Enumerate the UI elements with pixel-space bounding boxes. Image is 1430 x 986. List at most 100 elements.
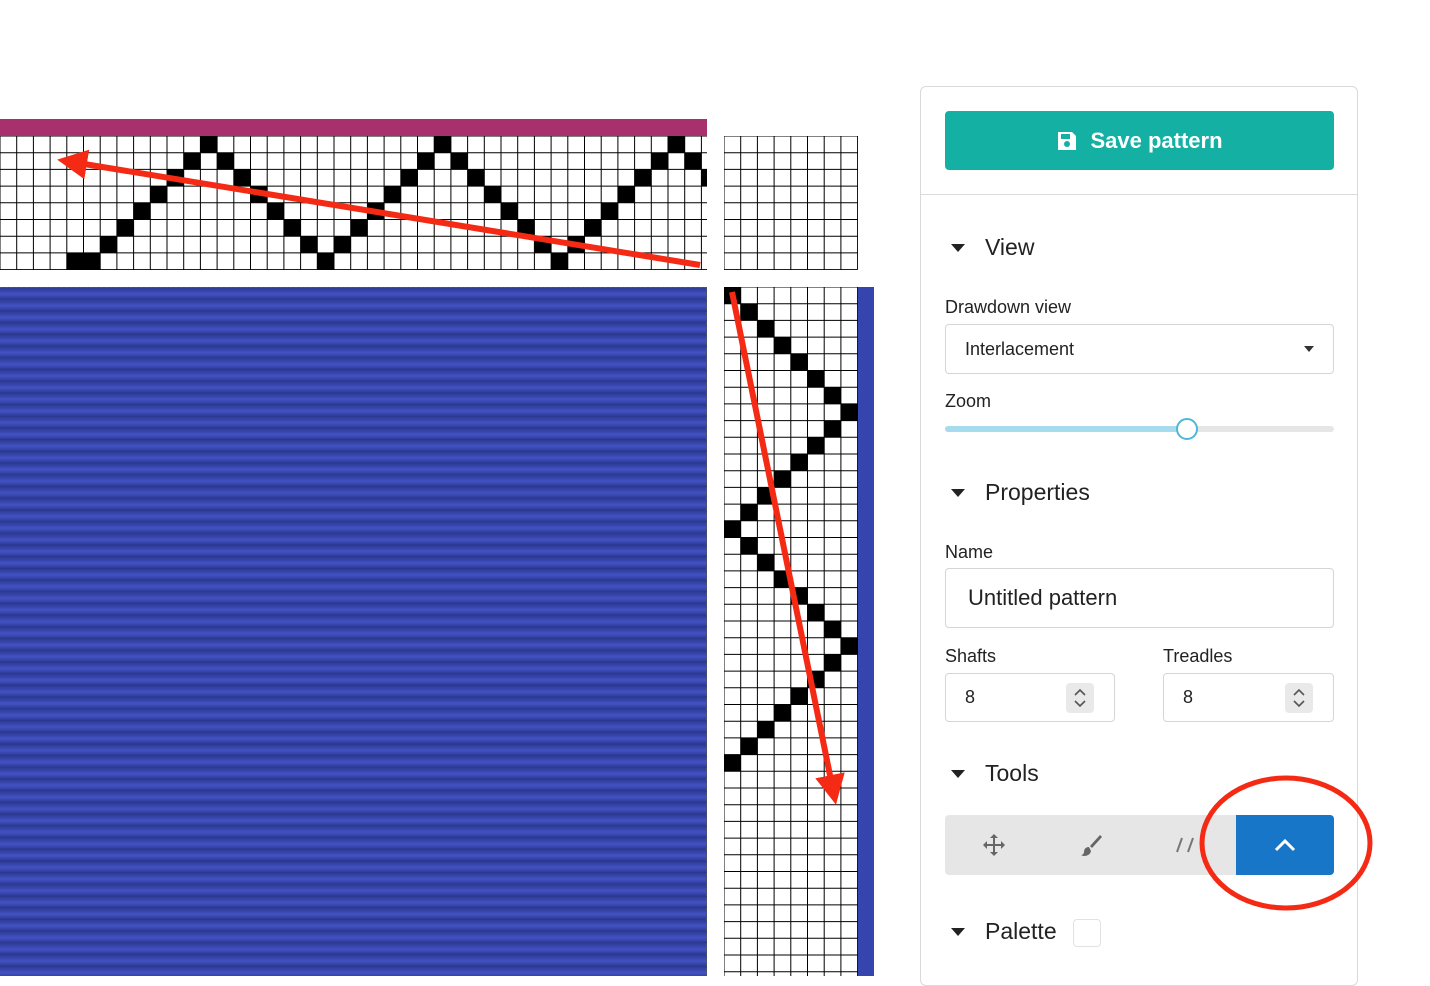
grid-cell-filled[interactable] <box>551 252 568 270</box>
grid-cell-filled[interactable] <box>757 554 775 571</box>
grid-cell-filled[interactable] <box>467 169 485 187</box>
grid-cell-filled[interactable] <box>807 671 825 688</box>
grid-cell-filled[interactable] <box>774 337 791 354</box>
warp-color-bar[interactable] <box>0 119 707 136</box>
grid-cell-filled[interactable] <box>790 587 808 605</box>
grid-cell-filled[interactable] <box>601 202 618 220</box>
grid-cell-filled[interactable] <box>384 186 401 203</box>
grid-cell-filled[interactable] <box>790 353 808 371</box>
grid-cell-filled[interactable] <box>83 252 101 270</box>
straight-draw-tool-button[interactable] <box>1139 815 1236 875</box>
grid-cell-filled[interactable] <box>567 236 585 253</box>
grid-cell-filled[interactable] <box>774 570 791 588</box>
grid-cell-filled[interactable] <box>183 152 201 170</box>
grid-cell-filled[interactable] <box>824 387 841 404</box>
grid-cell-filled[interactable] <box>790 454 808 471</box>
grid-cell-filled[interactable] <box>774 704 791 722</box>
treadles-input[interactable]: 8 <box>1163 673 1334 722</box>
grid-cell-filled[interactable] <box>350 219 368 237</box>
grid-cell-filled[interactable] <box>757 320 775 338</box>
grid-cell-filled[interactable] <box>807 604 825 621</box>
grid-cell-filled[interactable] <box>740 537 758 555</box>
grid-cell-filled[interactable] <box>617 186 635 203</box>
grid-cell-filled[interactable] <box>150 186 167 203</box>
grid-cell-filled[interactable] <box>200 136 218 153</box>
grid-cell-filled[interactable] <box>450 152 468 170</box>
treadles-stepper[interactable] <box>1285 683 1313 713</box>
save-pattern-button[interactable]: Save pattern <box>945 111 1334 170</box>
grid-cell-filled[interactable] <box>840 403 858 421</box>
move-tool-button[interactable] <box>945 815 1042 875</box>
zoom-slider-fill <box>945 426 1187 432</box>
grid-cell-filled[interactable] <box>684 152 702 170</box>
drawdown-view-select[interactable]: Interlacement <box>945 324 1334 374</box>
grid-cell-filled[interactable] <box>417 152 435 170</box>
grid-cell-filled[interactable] <box>757 487 775 505</box>
grid-cell-filled[interactable] <box>400 169 418 187</box>
grid-cell-filled[interactable] <box>790 687 808 705</box>
grid-cell-filled[interactable] <box>651 152 668 170</box>
grid-cell-filled[interactable] <box>100 236 117 253</box>
palette-section-header[interactable]: Palette <box>945 918 1057 945</box>
grid-cell-filled[interactable] <box>807 370 825 388</box>
tools-section-header[interactable]: Tools <box>945 760 1039 787</box>
grid-cell-filled[interactable] <box>434 136 451 153</box>
grid-cell-filled[interactable] <box>66 252 84 270</box>
grid-cell-filled[interactable] <box>283 219 301 237</box>
grid-cell-filled[interactable] <box>740 504 758 521</box>
zoom-slider-thumb[interactable] <box>1176 418 1198 440</box>
threading-grid[interactable] <box>0 136 707 270</box>
grid-cell-filled[interactable] <box>167 169 184 187</box>
shafts-stepper[interactable] <box>1066 683 1094 713</box>
treadling-grid[interactable] <box>724 287 858 976</box>
grid-cell-filled[interactable] <box>501 202 518 220</box>
palette-swatch[interactable] <box>1073 919 1101 947</box>
grid-cell-filled[interactable] <box>701 169 707 187</box>
grid-cell-filled[interactable] <box>668 136 685 153</box>
grid-cell-filled[interactable] <box>807 437 825 454</box>
grid-cell-filled[interactable] <box>250 186 268 203</box>
properties-section-header[interactable]: Properties <box>945 479 1090 506</box>
grid-cell-filled[interactable] <box>724 287 741 304</box>
grid-cell-filled[interactable] <box>517 219 535 237</box>
name-input[interactable]: Untitled pattern <box>945 568 1334 628</box>
panel-divider <box>921 194 1357 195</box>
grid-cell-filled[interactable] <box>824 420 841 438</box>
drawdown[interactable] <box>0 287 707 976</box>
grid-cell-filled[interactable] <box>584 219 602 237</box>
grid-cell-filled[interactable] <box>740 303 758 321</box>
grid-cell-filled[interactable] <box>724 520 741 538</box>
treadling-grid-canvas[interactable] <box>724 287 858 976</box>
grid-cell-filled[interactable] <box>824 654 841 672</box>
tieup-grid-canvas[interactable] <box>724 136 858 270</box>
grid-cell-filled[interactable] <box>233 169 251 187</box>
grid-cell-filled[interactable] <box>484 186 501 203</box>
grid-cell-filled[interactable] <box>774 470 791 488</box>
grid-cell-filled[interactable] <box>133 202 151 220</box>
stepper-down-icon[interactable] <box>1074 700 1086 708</box>
weft-color-bar[interactable] <box>858 287 874 976</box>
grid-cell-filled[interactable] <box>840 637 858 655</box>
grid-cell-filled[interactable] <box>217 152 234 170</box>
view-section-header[interactable]: View <box>945 234 1034 261</box>
brush-tool-button[interactable] <box>1042 815 1139 875</box>
chevron-up-tool-button[interactable] <box>1236 815 1334 875</box>
grid-cell-filled[interactable] <box>534 236 552 253</box>
grid-cell-filled[interactable] <box>824 621 841 638</box>
grid-cell-filled[interactable] <box>634 169 652 187</box>
threading-grid-canvas[interactable] <box>0 136 707 270</box>
stepper-up-icon[interactable] <box>1074 688 1086 696</box>
grid-cell-filled[interactable] <box>300 236 318 253</box>
grid-cell-filled[interactable] <box>267 202 284 220</box>
grid-cell-filled[interactable] <box>334 236 351 253</box>
grid-cell-filled[interactable] <box>757 721 775 738</box>
grid-cell-filled[interactable] <box>724 754 741 772</box>
grid-cell-filled[interactable] <box>317 252 334 270</box>
stepper-up-icon[interactable] <box>1293 688 1305 696</box>
grid-cell-filled[interactable] <box>116 219 134 237</box>
stepper-down-icon[interactable] <box>1293 700 1305 708</box>
shafts-input[interactable]: 8 <box>945 673 1115 722</box>
tieup-grid[interactable] <box>724 136 858 270</box>
grid-cell-filled[interactable] <box>740 737 758 755</box>
grid-cell-filled[interactable] <box>367 202 385 220</box>
